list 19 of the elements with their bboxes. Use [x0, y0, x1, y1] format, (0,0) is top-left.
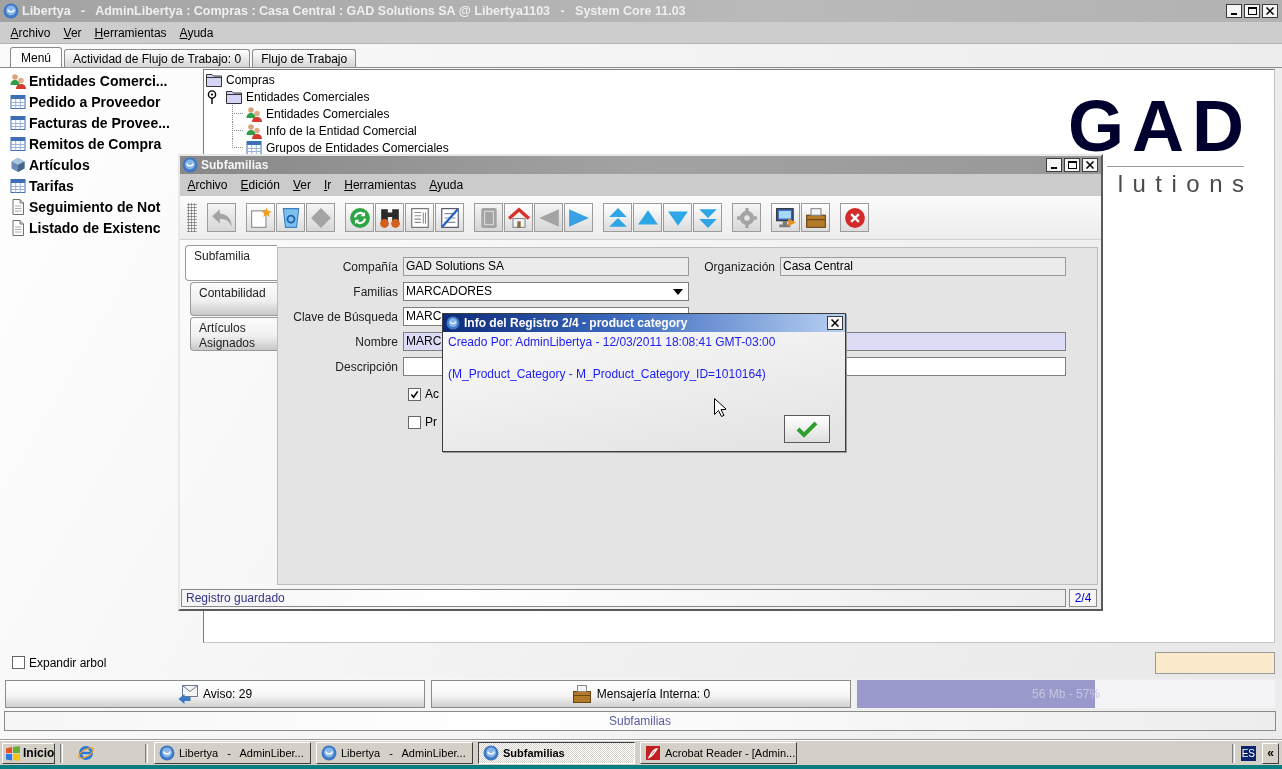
checkbox-label: Expandir arbol: [29, 655, 107, 670]
logo-wordmark: GAD: [1068, 99, 1252, 153]
record-counter: 2/4: [1069, 589, 1097, 607]
window-title: Subfamilias: [201, 158, 269, 172]
field-label: Familias: [353, 284, 398, 299]
status-message: Registro guardado: [181, 589, 1066, 607]
status-text: Subfamilias: [609, 714, 671, 728]
checkbox-label: Pr: [425, 415, 437, 429]
field-label: Descripción: [335, 359, 398, 374]
checkbox-label: Ac: [425, 387, 439, 401]
field-label: Compañía: [342, 259, 398, 274]
info-text: Creado Por: AdminLibertya - 12/03/2011 18:08:41 GMT-03:00: [448, 334, 776, 350]
window-title: Libertya - AdminLibertya : Compras : Casa Central : GAD Solutions SA @ Libertya1103 - System Core 11.03: [22, 4, 686, 18]
dialog-title: Info del Registro 2/4 - product category: [464, 316, 688, 330]
logo-tagline: lutions: [1117, 171, 1254, 197]
field-label: Clave de Búsqueda: [293, 309, 398, 324]
info-text: (M_Product_Category - M_Product_Category_ID=1010164): [448, 366, 766, 382]
field-label: Organización: [704, 259, 775, 274]
field-label: Nombre: [355, 334, 398, 349]
